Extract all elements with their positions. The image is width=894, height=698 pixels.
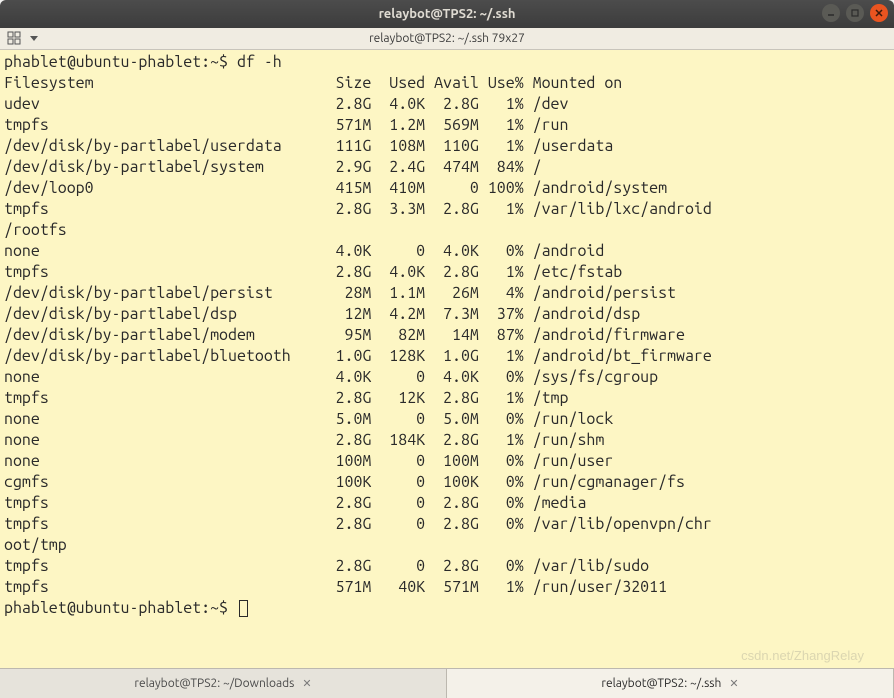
window-controls <box>822 4 888 22</box>
tab-label: relaybot@TPS2: ~/.ssh <box>601 677 721 690</box>
menubar: relaybot@TPS2: ~/.ssh 79x27 <box>0 28 894 50</box>
dropdown-icon[interactable] <box>26 30 42 46</box>
window-title: relaybot@TPS2: ~/.ssh <box>379 7 516 21</box>
window-titlebar: relaybot@TPS2: ~/.ssh <box>0 0 894 28</box>
text-cursor <box>239 600 248 617</box>
window-subtitle: relaybot@TPS2: ~/.ssh 79x27 <box>369 32 525 45</box>
close-button[interactable] <box>870 4 888 22</box>
tab-bar: relaybot@TPS2: ~/Downloads ✕ relaybot@TP… <box>0 668 894 698</box>
tab-downloads[interactable]: relaybot@TPS2: ~/Downloads ✕ <box>0 669 447 698</box>
terminal-output[interactable]: phablet@ubuntu-phablet:~$ df -h Filesyst… <box>0 50 894 668</box>
watermark-text: csdn.net/ZhangRelay <box>741 645 864 666</box>
split-layout-icon[interactable] <box>6 30 22 46</box>
minimize-button[interactable] <box>822 4 840 22</box>
close-icon[interactable]: ✕ <box>302 677 311 690</box>
tab-ssh[interactable]: relaybot@TPS2: ~/.ssh ✕ <box>447 669 894 698</box>
maximize-button[interactable] <box>846 4 864 22</box>
close-icon[interactable]: ✕ <box>729 677 738 690</box>
tab-label: relaybot@TPS2: ~/Downloads <box>134 677 294 690</box>
